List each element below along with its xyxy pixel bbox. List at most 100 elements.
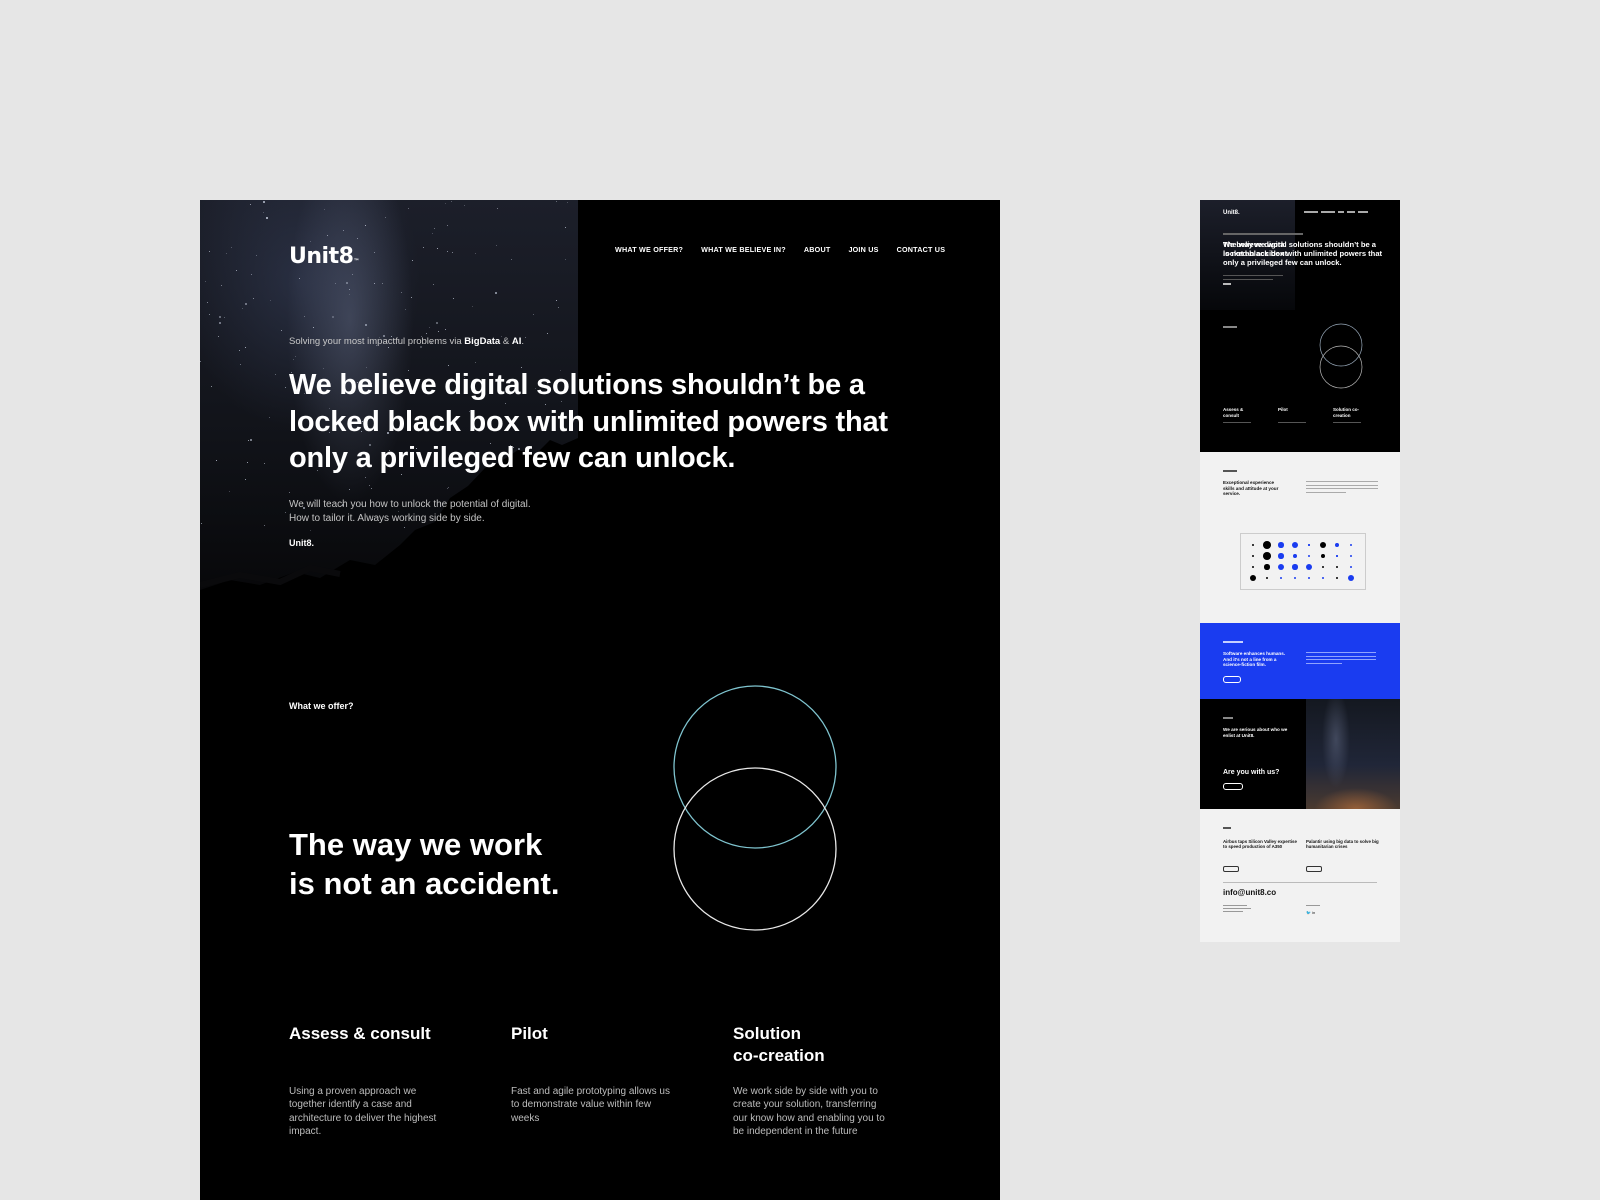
matrix-dot — [1278, 553, 1284, 559]
nav-join-us[interactable]: JOIN US — [848, 245, 878, 254]
preview-service-3: Solution co-creation — [1333, 407, 1359, 418]
nav-what-we-offer[interactable]: WHAT WE OFFER? — [615, 245, 683, 254]
offer-title-line1: The way we work — [289, 827, 543, 862]
preview-belief-button[interactable] — [1223, 676, 1241, 683]
hero-subtext-line1: We will teach you how to unlock the pote… — [289, 499, 531, 510]
nav-about[interactable]: ABOUT — [804, 245, 831, 254]
matrix-dot — [1347, 574, 1355, 582]
preview-service-1: Assess & consult — [1223, 407, 1244, 418]
preview-join-cta: Are you with us? — [1223, 769, 1280, 776]
preview-experience-text — [1306, 481, 1378, 495]
service-description: Fast and agile prototyping allows us to … — [511, 1086, 670, 1124]
matrix-dot — [1319, 541, 1327, 549]
service-description: We work side by side with you to create … — [733, 1086, 885, 1137]
preview-footer-social-label — [1306, 905, 1320, 908]
preview-belief-section: Software enhances humans. And it’s not a… — [1200, 623, 1400, 699]
unit8-logo[interactable]: Unit8™ — [289, 244, 359, 269]
preview-join-title: We are serious about who we enlist at Un… — [1223, 727, 1288, 738]
nav-what-we-believe[interactable]: WHAT WE BELIEVE IN? — [701, 245, 786, 254]
preview-footer-address — [1223, 905, 1251, 915]
matrix-dot — [1263, 541, 1271, 549]
preview-offer-label — [1223, 326, 1237, 328]
circle-white — [673, 767, 837, 931]
matrix-dot — [1307, 576, 1311, 580]
tagline-amp: & — [500, 336, 512, 347]
preview-blog-button-2[interactable] — [1306, 866, 1322, 872]
tagline-end: . — [521, 336, 524, 347]
matrix-dot — [1335, 543, 1339, 547]
preview-join-photo — [1306, 699, 1400, 809]
preview-blog-label — [1223, 827, 1231, 829]
hero-subtext: We will teach you how to unlock the pote… — [289, 498, 589, 525]
homepage-mockup: Unit8™ WHAT WE OFFER? WHAT WE BELIEVE IN… — [200, 200, 1000, 1200]
matrix-dot — [1321, 554, 1325, 558]
preview-blog-post-1[interactable]: Airbus taps Silicon Valley expertise to … — [1223, 839, 1297, 850]
service-title-line1: Solution — [733, 1024, 801, 1043]
hero-signature: Unit8. — [289, 538, 315, 548]
preview-footer-email[interactable]: info@unit8.co — [1223, 888, 1276, 897]
matrix-dot — [1335, 565, 1339, 569]
circle-teal — [673, 685, 837, 849]
overlapping-circles-graphic — [673, 685, 837, 931]
preview-blog-button-1[interactable] — [1223, 866, 1239, 872]
preview-experience-section: Exceptional experience skills and attitu… — [1200, 452, 1400, 623]
matrix-dot — [1293, 576, 1297, 580]
preview-logo: Unit8. — [1223, 210, 1240, 216]
preview-service-desc — [1333, 422, 1361, 424]
tagline-prefix: Solving your most impactful problems via — [289, 336, 465, 347]
matrix-dot — [1293, 554, 1297, 558]
matrix-dot — [1264, 564, 1270, 570]
matrix-dot — [1349, 554, 1353, 558]
matrix-dot — [1251, 543, 1255, 547]
preview-service-desc — [1223, 422, 1251, 424]
matrix-dot — [1291, 541, 1299, 549]
matrix-dot — [1336, 555, 1338, 557]
matrix-dot — [1279, 576, 1283, 580]
service-title: Pilot — [511, 1024, 548, 1043]
preview-blog-footer: Airbus taps Silicon Valley expertise to … — [1200, 809, 1400, 942]
hero-tagline: Solving your most impactful problems via… — [289, 336, 524, 347]
service-assess-consult: Assess & consult Using a proven approach… — [289, 1023, 459, 1137]
preview-footer-divider — [1223, 882, 1377, 883]
preview-hero-subtext — [1223, 275, 1283, 288]
tagline-ai: AI — [511, 336, 522, 347]
matrix-dot — [1335, 576, 1339, 580]
preview-join-button[interactable] — [1223, 783, 1243, 790]
section-label-offer: What we offer? — [289, 701, 354, 711]
matrix-dot — [1292, 564, 1298, 570]
matrix-dot — [1349, 565, 1353, 569]
preview-join-label — [1223, 717, 1233, 719]
preview-experience-title: Exceptional experience skills and attitu… — [1223, 480, 1279, 497]
full-page-preview: Unit8. We believe digital solutions shou… — [1200, 200, 1400, 942]
preview-way-title: The way we work is not an accident. — [1223, 240, 1290, 258]
preview-blog-post-2[interactable]: Palantir using big data to solve big hum… — [1306, 839, 1380, 850]
service-solution-cocreation: Solution co-creation We work side by side… — [733, 1023, 903, 1137]
matrix-dot — [1263, 552, 1271, 560]
matrix-dot — [1251, 554, 1255, 558]
matrix-dot — [1308, 544, 1310, 546]
service-title: Assess & consult — [289, 1024, 431, 1043]
main-nav: WHAT WE OFFER? WHAT WE BELIEVE IN? ABOUT… — [615, 245, 945, 254]
service-title-line2: co-creation — [733, 1046, 825, 1065]
logo-text: Unit8 — [289, 244, 354, 269]
matrix-dot — [1305, 563, 1313, 571]
tagline-bigdata: BigData — [464, 336, 501, 347]
preview-circles-graphic — [1319, 323, 1363, 389]
service-description: Using a proven approach we together iden… — [289, 1086, 437, 1137]
preview-belief-text — [1306, 652, 1376, 666]
matrix-dot — [1251, 565, 1255, 569]
preview-belief-label — [1223, 641, 1243, 643]
preview-hero-section: Unit8. We believe digital solutions shou… — [1200, 200, 1400, 452]
preview-experience-label — [1223, 470, 1237, 472]
service-pilot: Pilot Fast and agile prototyping allows … — [511, 1023, 681, 1124]
matrix-dot — [1307, 554, 1311, 558]
matrix-dot — [1321, 565, 1325, 569]
matrix-dot — [1265, 576, 1269, 580]
matrix-dot — [1278, 542, 1284, 548]
matrix-dot — [1321, 576, 1325, 580]
service-title: Solution co-creation — [733, 1023, 903, 1067]
preview-social-icons[interactable]: 🐦 in — [1306, 910, 1315, 915]
preview-tagline — [1223, 233, 1303, 235]
preview-nav — [1304, 211, 1368, 213]
nav-contact-us[interactable]: CONTACT US — [897, 245, 946, 254]
